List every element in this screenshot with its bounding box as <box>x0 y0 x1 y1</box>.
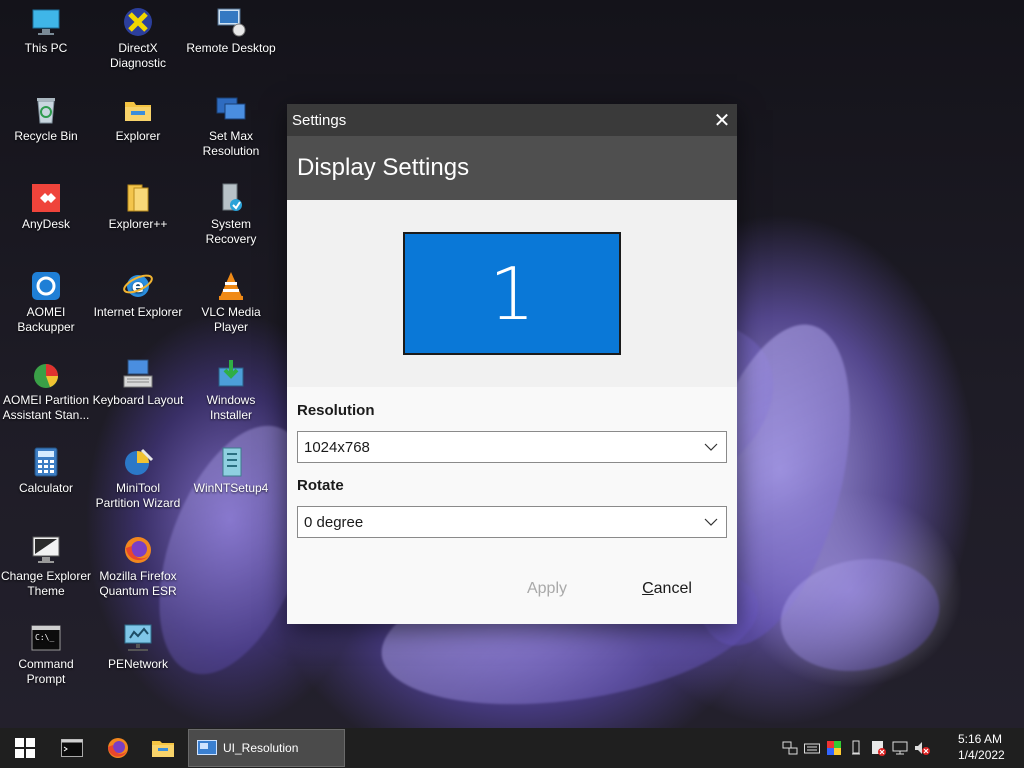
desktop-icon-aomei-backupper[interactable]: AOMEI Backupper <box>0 270 92 335</box>
monitor-number: 1 <box>489 251 535 336</box>
desktop-icon-firefox[interactable]: Mozilla Firefox Quantum ESR <box>92 534 184 599</box>
clock-date: 1/4/2022 <box>958 748 1005 762</box>
desktop-icon-change-explorer-theme[interactable]: Change Explorer Theme <box>0 534 92 599</box>
desktop-icon-this-pc[interactable]: This PC <box>0 6 92 56</box>
minitool-icon <box>122 446 154 478</box>
calculator-icon <box>30 446 62 478</box>
clock-time: 5:16 AM <box>958 732 1003 746</box>
keyboard-icon <box>122 358 154 390</box>
network-icon <box>122 622 154 654</box>
system-recovery-icon <box>215 182 247 214</box>
eject-device-icon[interactable] <box>848 740 864 756</box>
remote-desktop-icon <box>215 6 247 38</box>
monitor-theme-icon <box>30 534 62 566</box>
network-monitor-icon[interactable] <box>892 740 908 756</box>
close-button[interactable]: ✕ <box>707 104 737 136</box>
rotate-label: Rotate <box>297 477 344 494</box>
winntsetup-icon <box>215 446 247 478</box>
this-pc-icon <box>30 6 62 38</box>
color-display-icon[interactable] <box>826 740 842 756</box>
desktop-icon-vlc[interactable]: VLC Media Player <box>185 270 277 335</box>
firefox-icon <box>108 738 128 758</box>
windows-logo-icon <box>15 738 35 758</box>
taskbar-firefox[interactable] <box>95 728 141 768</box>
cancel-button[interactable]: Cancel <box>627 574 707 604</box>
folder-icon <box>152 741 174 757</box>
settings-window: Settings ✕ Display Settings 1 Resolution… <box>287 104 737 624</box>
page-title: Display Settings <box>297 154 470 181</box>
monitor-preview-area: 1 <box>287 200 737 387</box>
directx-icon <box>122 6 154 38</box>
desktop-icon-directx[interactable]: DirectX Diagnostic <box>92 6 184 71</box>
desktop-icon-windows-installer[interactable]: Windows Installer <box>185 358 277 423</box>
desktop-icon-recycle-bin[interactable]: Recycle Bin <box>0 94 92 144</box>
apply-button[interactable]: Apply <box>507 574 587 604</box>
dialog-buttons: Apply Cancel <box>287 574 737 604</box>
desktop-icon-internet-explorer[interactable]: e Internet Explorer <box>92 270 184 320</box>
windows-installer-icon <box>215 358 247 390</box>
display-settings-icon <box>197 740 217 755</box>
cancel-label-rest: ancel <box>653 580 692 597</box>
window-title: Settings <box>292 111 347 129</box>
monitor-tile[interactable]: 1 <box>403 232 621 355</box>
desktop-icon-command-prompt[interactable]: C:\_ Command Prompt <box>0 622 92 687</box>
rotate-dropdown[interactable]: 0 degree <box>297 506 727 538</box>
recycle-bin-icon <box>30 94 62 126</box>
taskbar-clock[interactable]: 5:16 AM 1/4/2022 <box>948 731 1014 765</box>
window-titlebar[interactable]: Settings ✕ <box>287 104 737 136</box>
drive-error-icon[interactable] <box>870 740 886 756</box>
network-status-icon[interactable] <box>782 740 798 756</box>
desktop-icon-explorer[interactable]: Explorer <box>92 94 184 144</box>
anydesk-icon <box>30 182 62 214</box>
chevron-down-icon <box>704 439 718 456</box>
desktop-icon-set-max-resolution[interactable]: Set Max Resolution <box>185 94 277 159</box>
resolution-value: 1024x768 <box>304 438 370 456</box>
taskbar-command-prompt[interactable] <box>49 728 95 768</box>
cancel-label-mnemonic: C <box>642 580 654 597</box>
start-button[interactable] <box>2 728 48 768</box>
aomei-backupper-icon <box>30 270 62 302</box>
desktop-icon-keyboard-layout[interactable]: Keyboard Layout <box>92 358 184 408</box>
desktop-icon-explorerpp[interactable]: Explorer++ <box>92 182 184 232</box>
close-icon: ✕ <box>713 109 731 132</box>
taskbar-active-window[interactable]: UI_Resolution <box>188 729 345 767</box>
internet-explorer-icon: e <box>122 270 154 302</box>
desktop-icon-system-recovery[interactable]: System Recovery <box>185 182 277 247</box>
svg-text:C:\_: C:\_ <box>35 633 54 642</box>
apply-label: Apply <box>526 580 568 597</box>
desktop-icon-calculator[interactable]: Calculator <box>0 446 92 496</box>
desktop-icon-aomei-partition[interactable]: AOMEI Partition Assistant Stan... <box>0 358 92 423</box>
desktop-icon-penetwork[interactable]: PENetwork <box>92 622 184 672</box>
taskbar-window-label: UI_Resolution <box>223 741 299 755</box>
settings-form: Resolution 1024x768 Rotate 0 degree <box>287 402 737 538</box>
taskbar-file-explorer[interactable] <box>140 728 186 768</box>
taskbar: UI_Resolution 5:16 AM 1/4/2022 <box>0 728 1024 768</box>
resolution-dropdown[interactable]: 1024x768 <box>297 431 727 463</box>
firefox-icon <box>122 534 154 566</box>
system-tray <box>782 728 930 768</box>
chevron-down-icon <box>704 514 718 531</box>
desktop-icon-minitool[interactable]: MiniTool Partition Wizard <box>92 446 184 511</box>
explorerpp-icon <box>122 182 154 214</box>
page-header: Display Settings <box>287 136 737 200</box>
volume-muted-icon[interactable] <box>914 740 930 756</box>
desktop-icon-anydesk[interactable]: AnyDesk <box>0 182 92 232</box>
folder-icon <box>122 94 154 126</box>
resolution-label: Resolution <box>297 402 375 419</box>
command-prompt-icon: C:\_ <box>30 622 62 654</box>
set-resolution-icon <box>215 94 247 126</box>
command-prompt-icon <box>61 739 83 757</box>
aomei-partition-icon <box>30 358 62 390</box>
keyboard-icon[interactable] <box>804 740 820 756</box>
vlc-icon <box>215 270 247 302</box>
desktop-icon-remote-desktop[interactable]: Remote Desktop <box>185 6 277 56</box>
rotate-value: 0 degree <box>304 513 364 531</box>
desktop-icon-winntsetup[interactable]: WinNTSetup4 <box>185 446 277 496</box>
